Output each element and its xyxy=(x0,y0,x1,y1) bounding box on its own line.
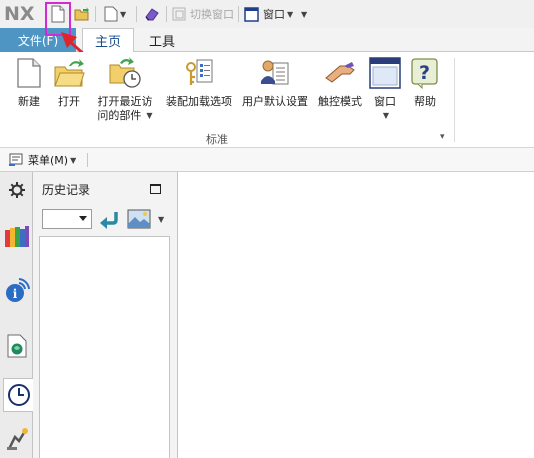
user-defaults-button[interactable]: 用户默认设置 xyxy=(240,56,310,109)
thumbnail-view-icon[interactable] xyxy=(127,208,153,230)
eraser-icon xyxy=(145,8,159,21)
menu-bar: 菜单(M) ▼ xyxy=(0,148,534,172)
separator xyxy=(87,153,88,167)
group-separator xyxy=(454,58,455,142)
maximize-panel-icon[interactable] xyxy=(150,184,161,194)
return-arrow-icon[interactable] xyxy=(98,210,120,230)
new-button[interactable]: 新建 xyxy=(12,56,46,109)
new-dropdown-button[interactable]: ▼ xyxy=(104,4,126,24)
svg-text:?: ? xyxy=(419,62,430,84)
switch-window-label: 切换窗口 xyxy=(190,8,234,21)
help-icon: ? xyxy=(411,58,438,89)
chevron-down-icon: ▼ xyxy=(120,9,127,19)
clock-icon xyxy=(7,384,30,406)
separator xyxy=(95,6,96,22)
switch-window-button: 切换窗口 xyxy=(172,4,234,24)
chevron-down-icon: ▼ xyxy=(70,155,77,165)
chevron-down-icon: ▼ xyxy=(301,9,308,19)
open-button[interactable]: 打开 xyxy=(52,56,86,109)
touch-mode-label: 触控模式 xyxy=(318,95,362,108)
resource-settings-button[interactable] xyxy=(3,176,31,204)
info-icon: i xyxy=(6,278,30,302)
assembly-load-options-button[interactable]: 装配加载选项 xyxy=(164,56,234,109)
tab-tools[interactable]: 工具 xyxy=(140,28,184,52)
resource-web-browser-button[interactable] xyxy=(3,332,31,360)
quick-access-toolbar: NX ▼ 切换窗口 窗口 ▼ ▼ xyxy=(0,0,534,28)
open-recent-label-line1: 打开最近访 xyxy=(97,95,153,108)
open-folder-icon xyxy=(54,59,85,87)
user-defaults-label: 用户默认设置 xyxy=(242,95,308,108)
new-button-label: 新建 xyxy=(18,95,40,108)
assembly-load-options-label: 装配加载选项 xyxy=(166,95,232,108)
resource-reuse-library-button[interactable] xyxy=(3,222,31,250)
touch-mode-icon xyxy=(325,62,355,83)
open-button-label: 打开 xyxy=(58,95,80,108)
user-defaults-icon xyxy=(261,60,289,85)
reuse-library-icon xyxy=(5,226,29,247)
open-quick-button[interactable] xyxy=(74,4,90,24)
chevron-down-icon: ▼ xyxy=(287,9,294,19)
history-panel: 历史记录 ▼ xyxy=(33,172,178,458)
help-button-label: 帮助 xyxy=(414,95,436,108)
graphics-window[interactable] xyxy=(178,172,534,458)
assembly-load-options-icon xyxy=(186,59,213,85)
separator xyxy=(136,6,137,22)
group-launcher-icon[interactable]: ▾ xyxy=(440,132,445,142)
touch-mode-button[interactable]: 触控模式 xyxy=(316,56,364,109)
window-button-label: 窗口 xyxy=(374,95,396,108)
switch-window-icon xyxy=(172,7,186,21)
roles-icon xyxy=(7,428,28,450)
web-browser-icon xyxy=(7,334,27,358)
document-icon xyxy=(104,6,118,22)
history-filter-dropdown[interactable] xyxy=(42,209,92,229)
open-recent-icon xyxy=(109,57,141,88)
menu-icon xyxy=(9,153,23,166)
history-list[interactable] xyxy=(39,236,170,458)
separator xyxy=(166,6,167,22)
help-button[interactable]: ? 帮助 xyxy=(408,56,442,109)
menu-label: 菜单(M) xyxy=(28,154,69,167)
chevron-down-icon[interactable]: ▼ xyxy=(158,215,164,224)
chevron-down-icon: ▼ xyxy=(146,111,153,120)
history-panel-title: 历史记录 xyxy=(42,183,91,197)
window-icon xyxy=(244,6,259,22)
touch-quick-button[interactable] xyxy=(144,4,160,24)
group-label-standard: 标准 xyxy=(206,133,228,146)
resource-history-button[interactable] xyxy=(3,378,33,412)
svg-text:i: i xyxy=(13,287,18,301)
resource-info-button[interactable]: i xyxy=(3,277,31,305)
menu-button[interactable]: 菜单(M) ▼ xyxy=(8,152,76,168)
chevron-down-icon: ▼ xyxy=(382,111,390,120)
open-recent-label-line2: 问的部件 xyxy=(97,109,142,122)
window-icon xyxy=(369,57,401,89)
window-button[interactable]: 窗口 ▼ xyxy=(368,56,402,123)
new-file-icon xyxy=(17,58,41,88)
separator xyxy=(238,6,239,22)
gear-icon xyxy=(9,182,25,198)
nx-logo: NX xyxy=(4,3,35,25)
open-folder-icon xyxy=(74,7,89,21)
resource-roles-button[interactable] xyxy=(3,425,31,453)
customize-quick-access-button[interactable]: ▼ xyxy=(299,4,307,24)
window-label: 窗口 xyxy=(263,8,285,21)
open-recent-button[interactable]: 打开最近访 问的部件 ▼ xyxy=(92,56,158,123)
chevron-down-icon xyxy=(79,216,87,221)
resource-bar: i xyxy=(0,172,33,458)
ribbon-home: 新建 打开 打开最近访 问的部件 ▼ 装配加载选项 用户默认设置 触控模式 窗口… xyxy=(0,52,534,148)
window-dropdown-button[interactable]: 窗口 ▼ xyxy=(244,4,293,24)
